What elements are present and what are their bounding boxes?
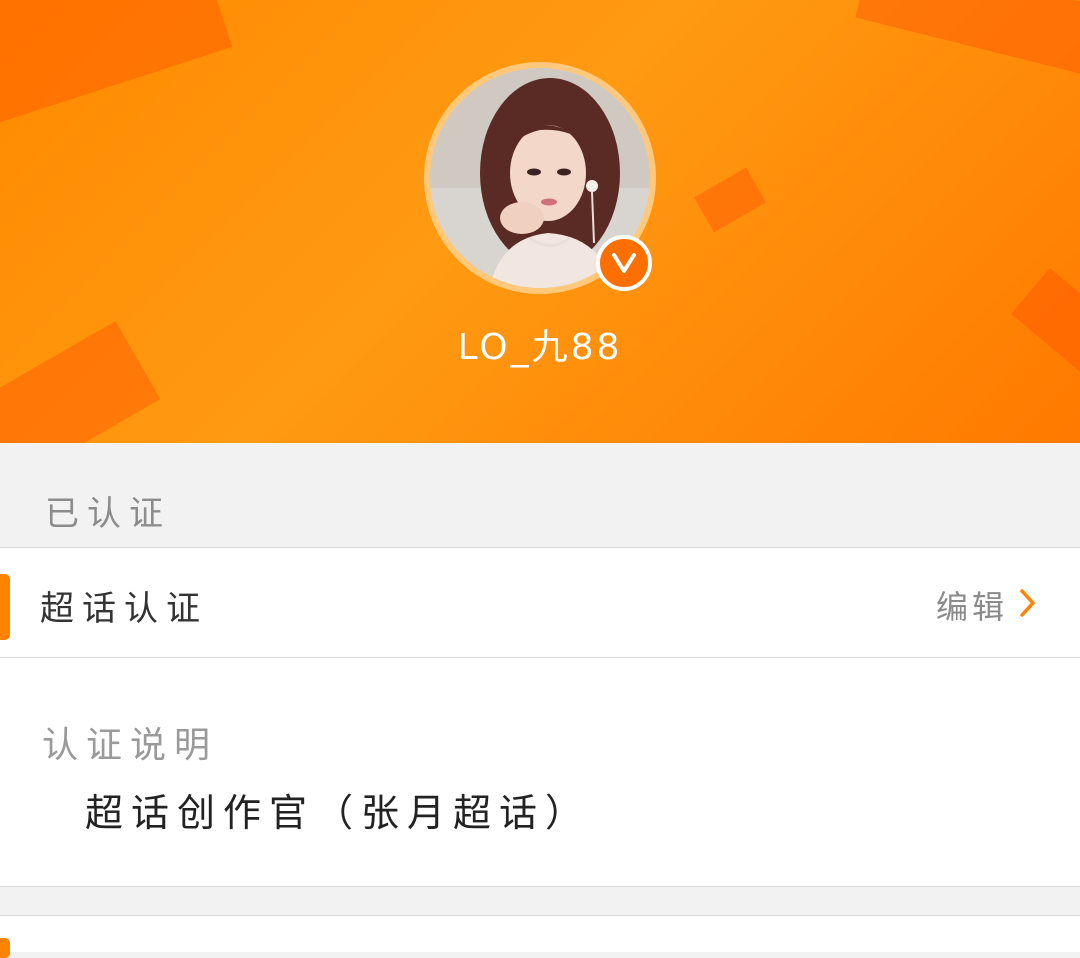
banner-decoration [855, 0, 1080, 81]
certification-label: 超话认证 [40, 589, 208, 629]
next-row [0, 915, 1080, 958]
banner-decoration [694, 167, 766, 233]
verified-v-icon [596, 235, 652, 291]
username: LO_九88 [457, 327, 623, 368]
row-accent-bar [0, 938, 10, 958]
certification-row: 超话认证 编辑 [0, 547, 1080, 658]
chevron-right-icon [1018, 587, 1038, 623]
banner-decoration [0, 0, 233, 128]
row-accent-bar [0, 574, 10, 640]
edit-button[interactable]: 编辑 [936, 582, 1038, 628]
profile-header-banner: LO_九88 [0, 0, 1080, 443]
edit-label: 编辑 [935, 588, 1008, 626]
description-text: 超话创作官（张月超话） [85, 791, 592, 835]
certification-description-card: 认证说明 超话创作官（张月超话） [0, 658, 1080, 887]
description-title: 认证说明 [42, 725, 219, 766]
verified-section-title: 已认证 [45, 494, 171, 534]
